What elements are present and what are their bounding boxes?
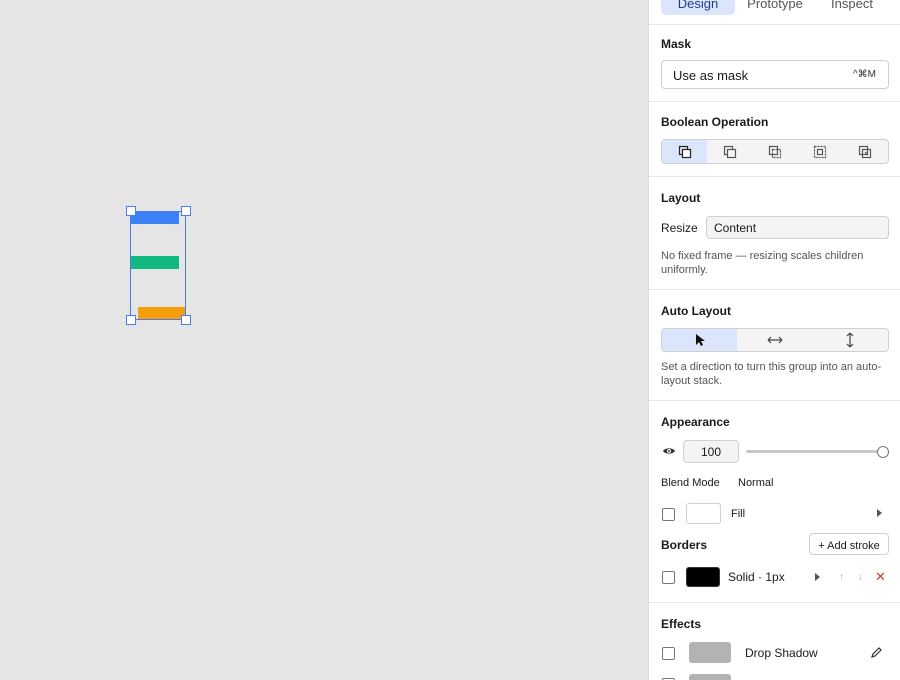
union-button[interactable]	[662, 140, 708, 163]
fill-checkbox[interactable]	[662, 508, 675, 521]
auto-layout-vertical-button[interactable]	[813, 329, 888, 351]
blend-mode-value[interactable]: Normal	[738, 477, 773, 489]
mask-title: Mask	[661, 37, 692, 51]
auto-layout-horizontal-button[interactable]	[737, 329, 812, 351]
auto-layout-direction	[661, 328, 889, 352]
layout-section: Layout Resize Content No fixed frame — r…	[649, 177, 900, 290]
effect-label-1: Drop Shadow	[745, 646, 818, 660]
fill-swatch[interactable]	[686, 503, 721, 524]
edit-effect-icon[interactable]	[870, 646, 883, 659]
fill-expand-icon[interactable]	[877, 509, 882, 517]
tab-prototype[interactable]: Prototype	[741, 0, 809, 15]
add-stroke-button[interactable]: + Add stroke	[809, 533, 889, 555]
tab-design[interactable]: Design	[661, 0, 735, 15]
tab-inspect[interactable]: Inspect	[825, 0, 879, 15]
boolean-title: Boolean Operation	[661, 115, 769, 129]
effects-title: Effects	[661, 617, 702, 631]
intersect-button[interactable]	[752, 140, 797, 163]
flatten-button[interactable]	[843, 140, 888, 163]
effects-section: Effects Drop Shadow	[649, 603, 900, 680]
auto-layout-none-button[interactable]	[662, 329, 738, 351]
pointer-icon	[695, 334, 705, 346]
mask-section: Mask Use as mask ^⌘M	[649, 25, 900, 102]
stroke-expand-icon[interactable]	[815, 573, 820, 581]
eye-icon[interactable]	[662, 446, 676, 456]
fill-label: Fill	[731, 508, 746, 520]
resize-handle-bottom-right[interactable]	[181, 315, 191, 325]
resize-handle-top-left[interactable]	[126, 206, 136, 216]
properties-panel: Design Prototype Inspect Mask Use as mas…	[648, 0, 900, 680]
use-as-mask-label: Use as mask	[673, 68, 749, 83]
boolean-toolbar	[661, 139, 889, 164]
move-down-icon[interactable]: ↓	[858, 571, 864, 583]
resize-handle-bottom-left[interactable]	[126, 315, 136, 325]
opacity-input[interactable]: 100	[683, 440, 739, 463]
blend-mode-label: Blend Mode	[661, 477, 720, 489]
stroke-checkbox[interactable]	[662, 571, 675, 584]
appearance-section: Appearance 100 Blend Mode Normal Fill	[649, 401, 900, 533]
subtract-icon	[723, 145, 736, 158]
opacity-slider-thumb[interactable]	[877, 446, 889, 458]
opacity-value: 100	[700, 445, 722, 459]
flatten-icon	[859, 145, 872, 158]
borders-section: Borders + Add stroke Solid · 1px ↑ ↓ ✕	[649, 533, 900, 603]
vertical-arrows-icon	[846, 332, 854, 348]
effect-checkbox-1[interactable]	[662, 647, 675, 660]
resize-handle-top-right[interactable]	[181, 206, 191, 216]
resize-select[interactable]: Content	[706, 216, 889, 239]
opacity-slider[interactable]	[746, 450, 888, 453]
subtract-button[interactable]	[707, 140, 752, 163]
layout-hint: No fixed frame — resizing scales childre…	[661, 250, 864, 276]
remove-stroke-icon[interactable]: ✕	[875, 569, 886, 585]
boolean-section: Boolean Operation	[649, 102, 900, 177]
resize-value: Content	[714, 221, 757, 235]
add-stroke-label: + Add stroke	[818, 540, 880, 552]
borders-title: Borders	[661, 538, 708, 552]
effect-swatch-1[interactable]	[689, 642, 731, 663]
move-up-icon[interactable]: ↑	[839, 571, 845, 583]
stroke-label: Solid · 1px	[728, 570, 785, 584]
intersect-icon	[768, 145, 782, 158]
horizontal-arrows-icon	[767, 336, 783, 344]
exclude-button[interactable]	[798, 140, 843, 163]
auto-layout-title: Auto Layout	[661, 304, 731, 318]
resize-label: Resize	[661, 221, 698, 235]
design-canvas[interactable]	[0, 0, 648, 680]
auto-layout-hint: Set a direction to turn this group into …	[661, 361, 882, 387]
layout-title: Layout	[661, 191, 701, 205]
mask-shortcut: ^⌘M	[852, 69, 876, 80]
selection-box	[130, 211, 186, 320]
union-icon	[678, 145, 691, 158]
panel-tabs: Design Prototype Inspect	[649, 0, 900, 25]
stroke-swatch[interactable]	[686, 567, 720, 587]
effect-swatch-2[interactable]	[689, 674, 731, 680]
appearance-title: Appearance	[661, 415, 730, 429]
auto-layout-section: Auto Layout Set a direction to turn this…	[649, 290, 900, 401]
exclude-icon	[814, 145, 827, 158]
use-as-mask-button[interactable]: Use as mask ^⌘M	[661, 60, 889, 89]
